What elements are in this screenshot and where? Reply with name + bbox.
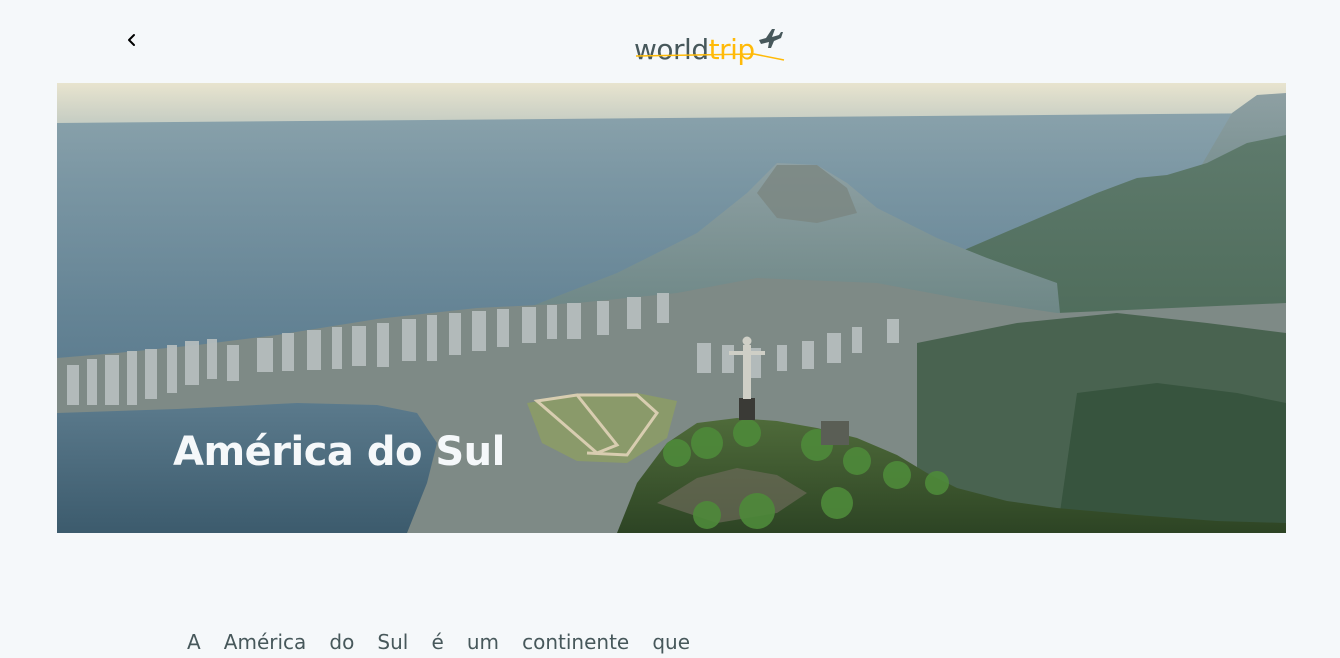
chevron-left-icon [128,34,135,46]
logo-underline [635,53,785,61]
worldtrip-logo[interactable]: worldtrip [634,16,785,64]
airplane-icon [758,29,783,48]
continent-description: A América do Sul é um continente que [187,630,690,654]
page-header: worldtrip [0,0,1340,82]
continent-banner: América do Sul [57,83,1286,533]
back-button[interactable] [120,28,144,52]
continent-title: América do Sul [173,429,505,475]
